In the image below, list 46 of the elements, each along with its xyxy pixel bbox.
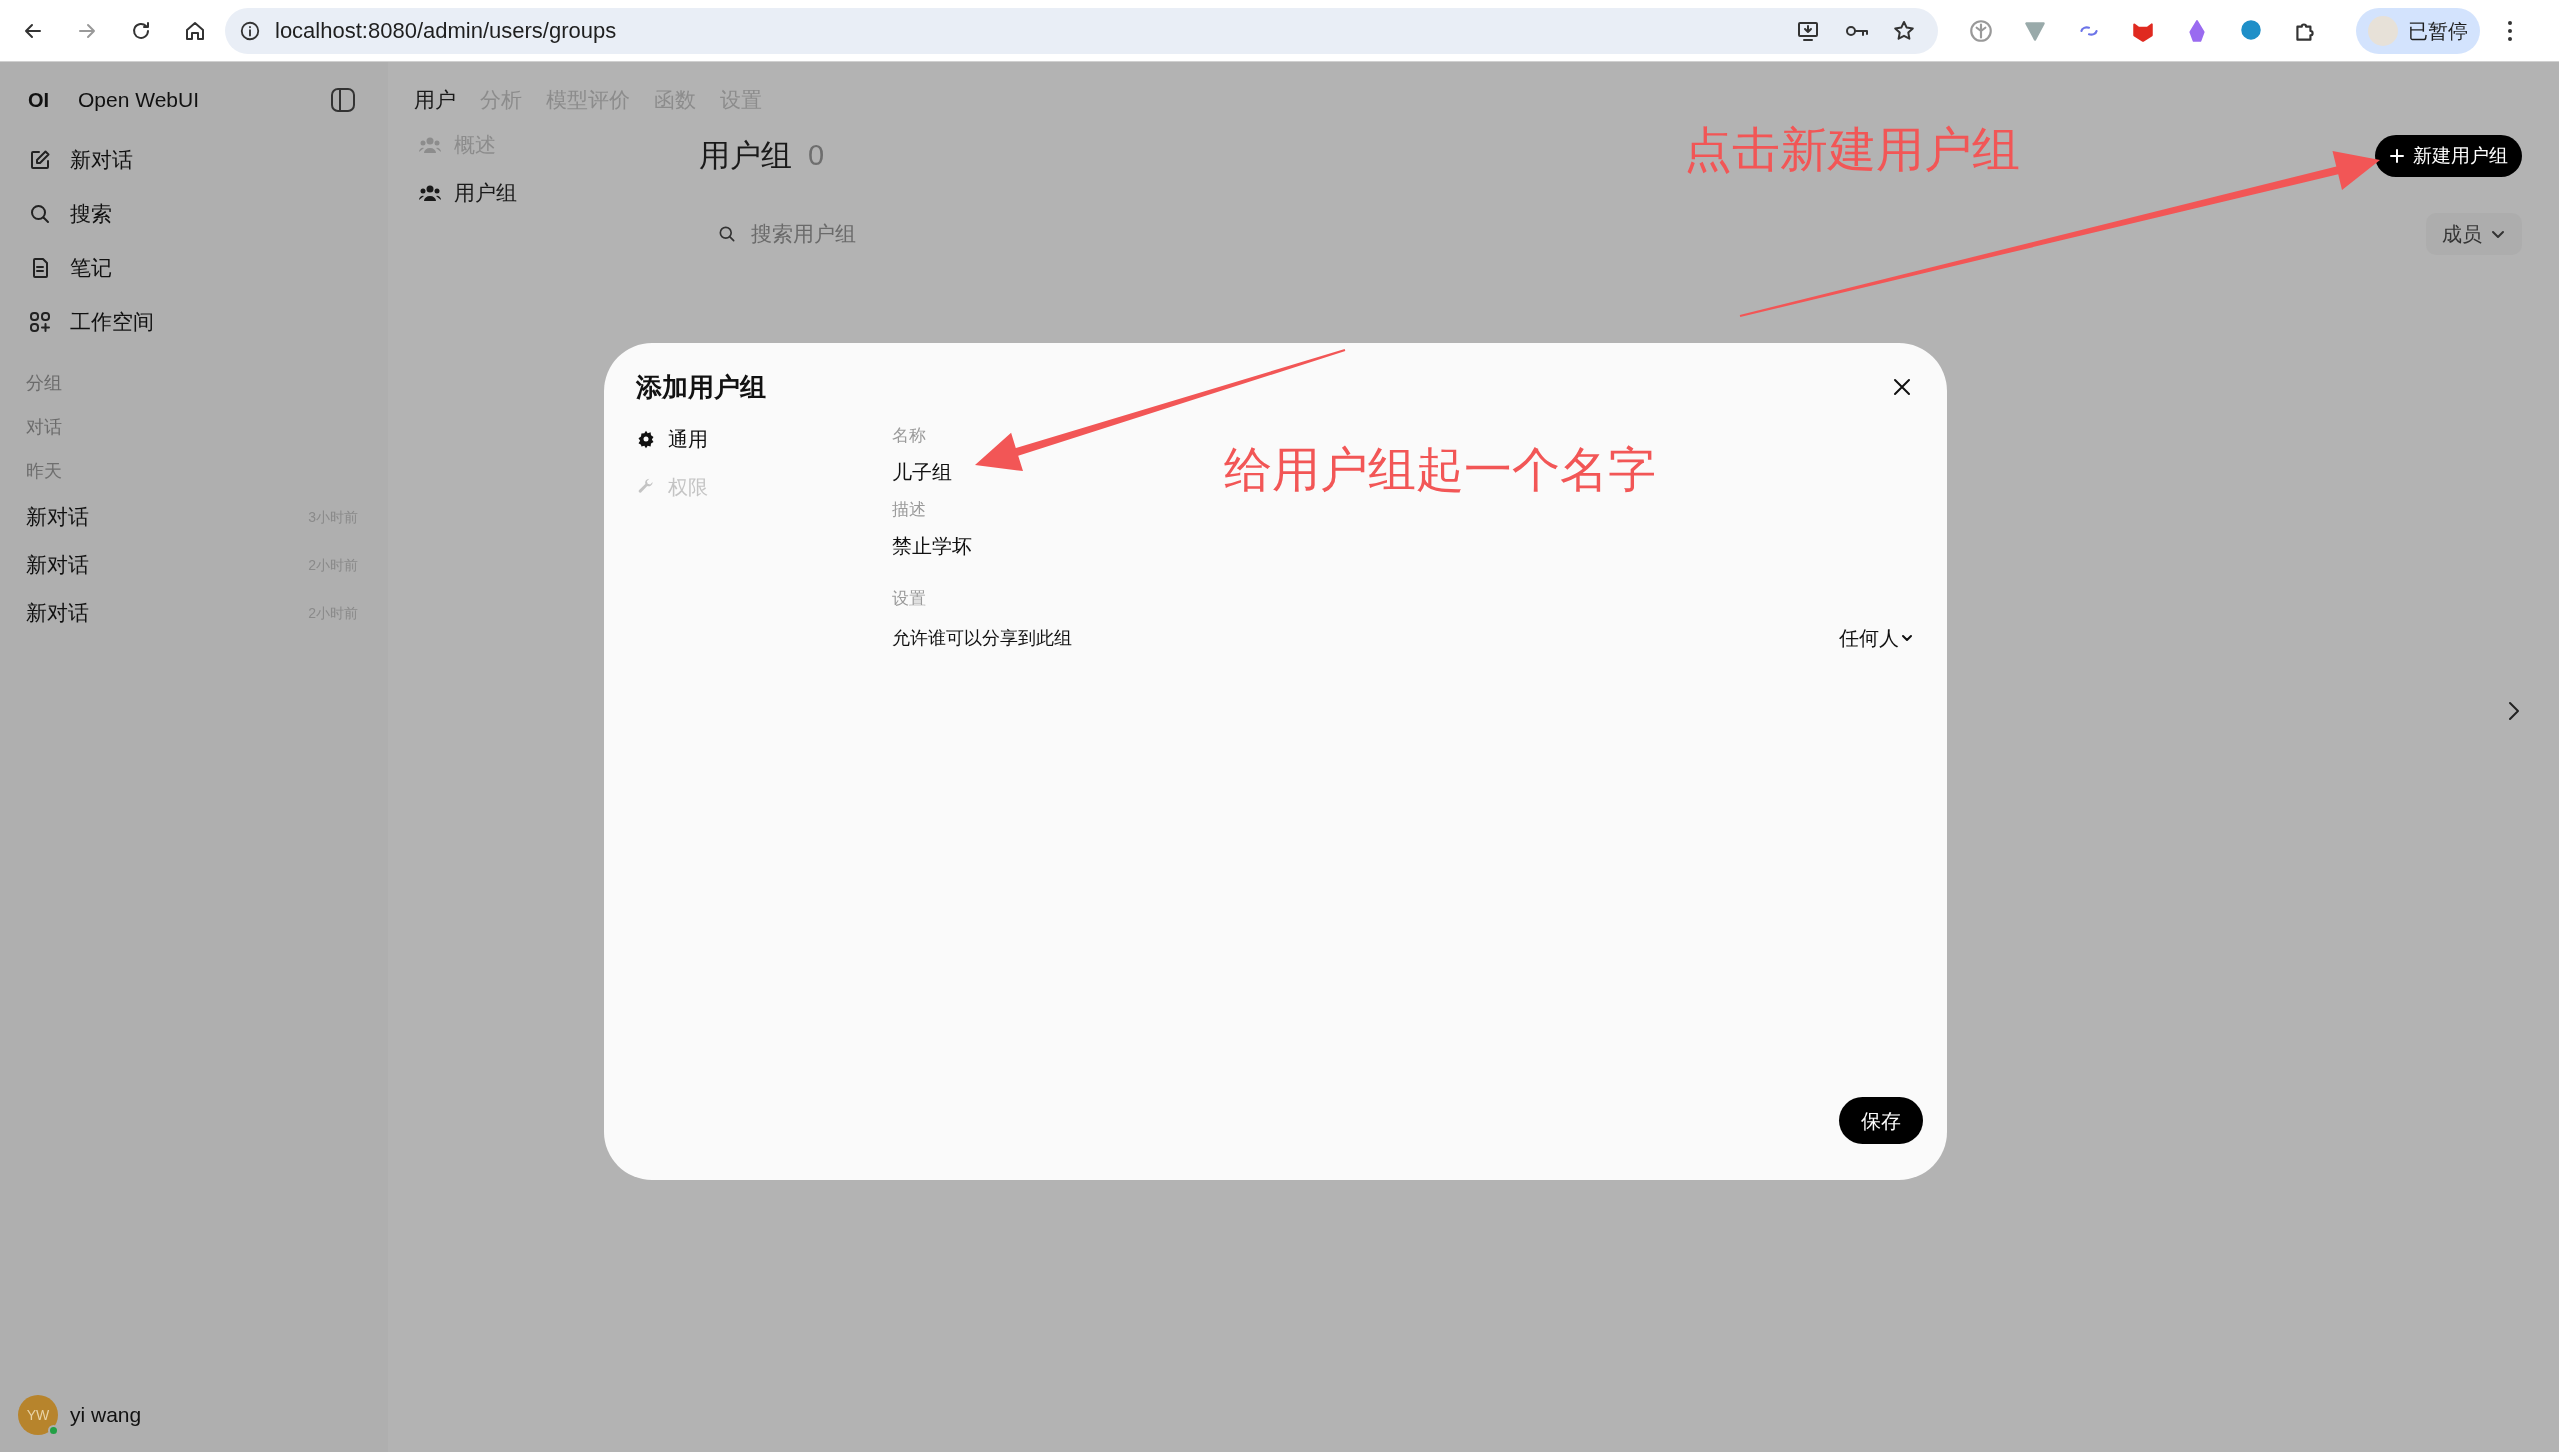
dialog-title: 添加用户组 [636,370,766,404]
new-group-button[interactable]: 新建用户组 [2375,135,2522,177]
sort-dropdown[interactable]: 成员 [2426,213,2522,255]
sidebar-item[interactable]: 搜索 [26,187,362,241]
field-label: 名称 [892,425,927,448]
page-title: 用户组 [699,136,792,175]
tab[interactable]: 用户 [414,84,456,116]
group-count: 0 [808,138,825,174]
bookmark-star-icon[interactable] [1892,18,1916,43]
sidebar-item[interactable]: 工作空间 [26,295,362,349]
search-icon [717,224,737,244]
people-icon [418,135,442,155]
search-icon [28,202,52,226]
sidebar-item[interactable]: 新对话 [26,133,362,187]
section-label: 设置 [892,588,927,611]
profile-button[interactable]: 已暂停 [2356,7,2480,54]
share-dropdown[interactable]: 任何人 [1839,623,1913,653]
info-icon[interactable] [239,19,261,42]
plus-icon [2389,148,2405,164]
logo: OI [27,88,51,113]
input-field[interactable]: 儿子组 [892,456,1112,488]
gear-icon [636,429,656,449]
close-icon[interactable] [1891,376,1913,398]
save-button[interactable]: 保存 [1839,1097,1923,1144]
app-name: Open WebUI [78,87,199,114]
people-icon [418,183,442,203]
annotation-text: 给用户组起一个名字 [1224,442,1656,498]
setting-label: 允许谁可以分享到此组 [892,626,1072,650]
address-bar[interactable]: localhost:8080/admin/users/groups [225,7,1938,54]
chevron-down-icon [1901,632,1913,644]
date-label: 昨天 [26,459,63,483]
sidebar-item[interactable]: 笔记 [26,241,362,295]
subnav-item[interactable]: 用户组 [414,169,699,217]
extension-icon[interactable] [1968,17,1994,44]
dialog-tab[interactable]: 通用 [636,415,892,463]
edit-icon [28,148,52,172]
search-field[interactable]: 搜索用户组 [751,218,1151,250]
annotation-text: 点击新建用户组 [1684,122,2020,178]
user-menu[interactable]: YW yi wang [18,1387,362,1443]
sidebar-toggle-icon[interactable] [330,87,356,113]
field-label: 描述 [892,499,927,522]
input-field[interactable]: 禁止学坏 [892,530,1112,562]
url-text: localhost:8080/admin/users/groups [275,17,617,45]
profile-label: 已暂停 [2408,18,2468,44]
grid-plus-icon [28,310,52,334]
avatar [2368,15,2398,46]
